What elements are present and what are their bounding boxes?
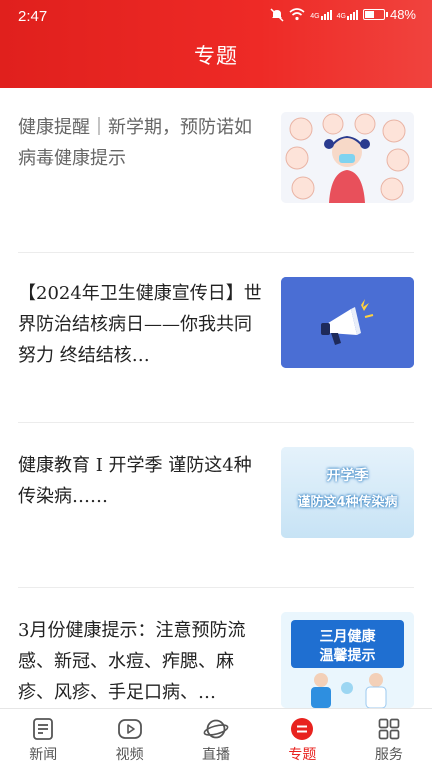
banner-title: 开学季	[326, 468, 369, 484]
tab-label: 直播	[202, 747, 231, 763]
news-icon	[33, 718, 54, 740]
tab-label: 服务	[374, 747, 403, 763]
banner-title: 三月健康	[319, 629, 376, 645]
video-icon	[117, 719, 142, 739]
article-card[interactable]: 健康提醒｜新学期，预防诺如病毒健康提示	[0, 88, 432, 253]
topic-icon	[291, 718, 314, 740]
service-icon	[378, 718, 400, 740]
article-title: 3月份健康提示：注意预防流感、新冠、水痘、痄腮、麻疹、风疹、手足口病、…	[18, 620, 246, 703]
banner-subtitle: 谨防这4种传染病	[297, 495, 398, 510]
article-thumbnail[interactable]: 三月健康 温馨提示	[281, 612, 414, 708]
status-time: 2:47	[18, 8, 48, 25]
tab-label: 视频	[115, 747, 144, 763]
app-header: 2:47 4G 4G 48% 专题	[0, 0, 432, 88]
banner-subtitle: 温馨提示	[319, 648, 376, 664]
tab-label: 新闻	[29, 747, 58, 763]
article-thumbnail[interactable]	[281, 277, 414, 368]
tab-news[interactable]: 新闻	[0, 709, 86, 768]
march-health-banner: 三月健康 温馨提示	[281, 612, 414, 708]
signal-type-label: 4G	[310, 12, 320, 20]
handwashing-illustration	[281, 112, 414, 203]
article-card[interactable]: 3月份健康提示：注意预防流感、新冠、水痘、痄腮、麻疹、风疹、手足口病、… 三月健…	[0, 588, 432, 708]
bottom-tab-bar: 新闻 视频 直播 专题 服务	[0, 708, 432, 768]
article-card[interactable]: 【2024年卫生健康宣传日】世界防治结核病日——你我共同努力 终结结核…	[0, 253, 432, 423]
article-thumbnail[interactable]	[281, 112, 414, 203]
signal-icon: 4G	[336, 9, 358, 20]
battery-percent: 48%	[389, 7, 416, 22]
tab-service[interactable]: 服务	[346, 709, 432, 768]
tab-topic[interactable]: 专题	[259, 709, 345, 768]
wifi-icon	[289, 8, 305, 21]
article-title: 健康提醒｜新学期，预防诺如病毒健康提示	[18, 117, 252, 169]
people-illustration	[311, 673, 387, 708]
article-thumbnail[interactable]: 开学季 谨防这4种传染病	[281, 447, 414, 538]
live-icon	[203, 719, 229, 739]
signal-type-label: 4G	[336, 12, 346, 20]
status-bar: 2:47 4G 4G 48%	[0, 0, 432, 34]
tab-live[interactable]: 直播	[173, 709, 259, 768]
page-title: 专题	[194, 44, 238, 68]
battery-icon	[362, 9, 388, 20]
school-season-banner: 开学季 谨防这4种传染病	[281, 447, 414, 538]
signal-icon: 4G	[310, 9, 332, 20]
article-card[interactable]: 健康教育 I 开学季 谨防这4种传染病…… 开学季 谨防这4种传染病	[0, 423, 432, 588]
status-icons: 4G 4G 48%	[270, 7, 416, 22]
megaphone-illustration	[281, 277, 414, 368]
tab-label: 专题	[288, 747, 317, 763]
mute-icon	[270, 7, 284, 22]
tab-video[interactable]: 视频	[86, 709, 172, 768]
article-title: 【2024年卫生健康宣传日】世界防治结核病日——你我共同努力 终结结核…	[18, 283, 262, 366]
article-title: 健康教育 I 开学季 谨防这4种传染病……	[18, 455, 252, 507]
